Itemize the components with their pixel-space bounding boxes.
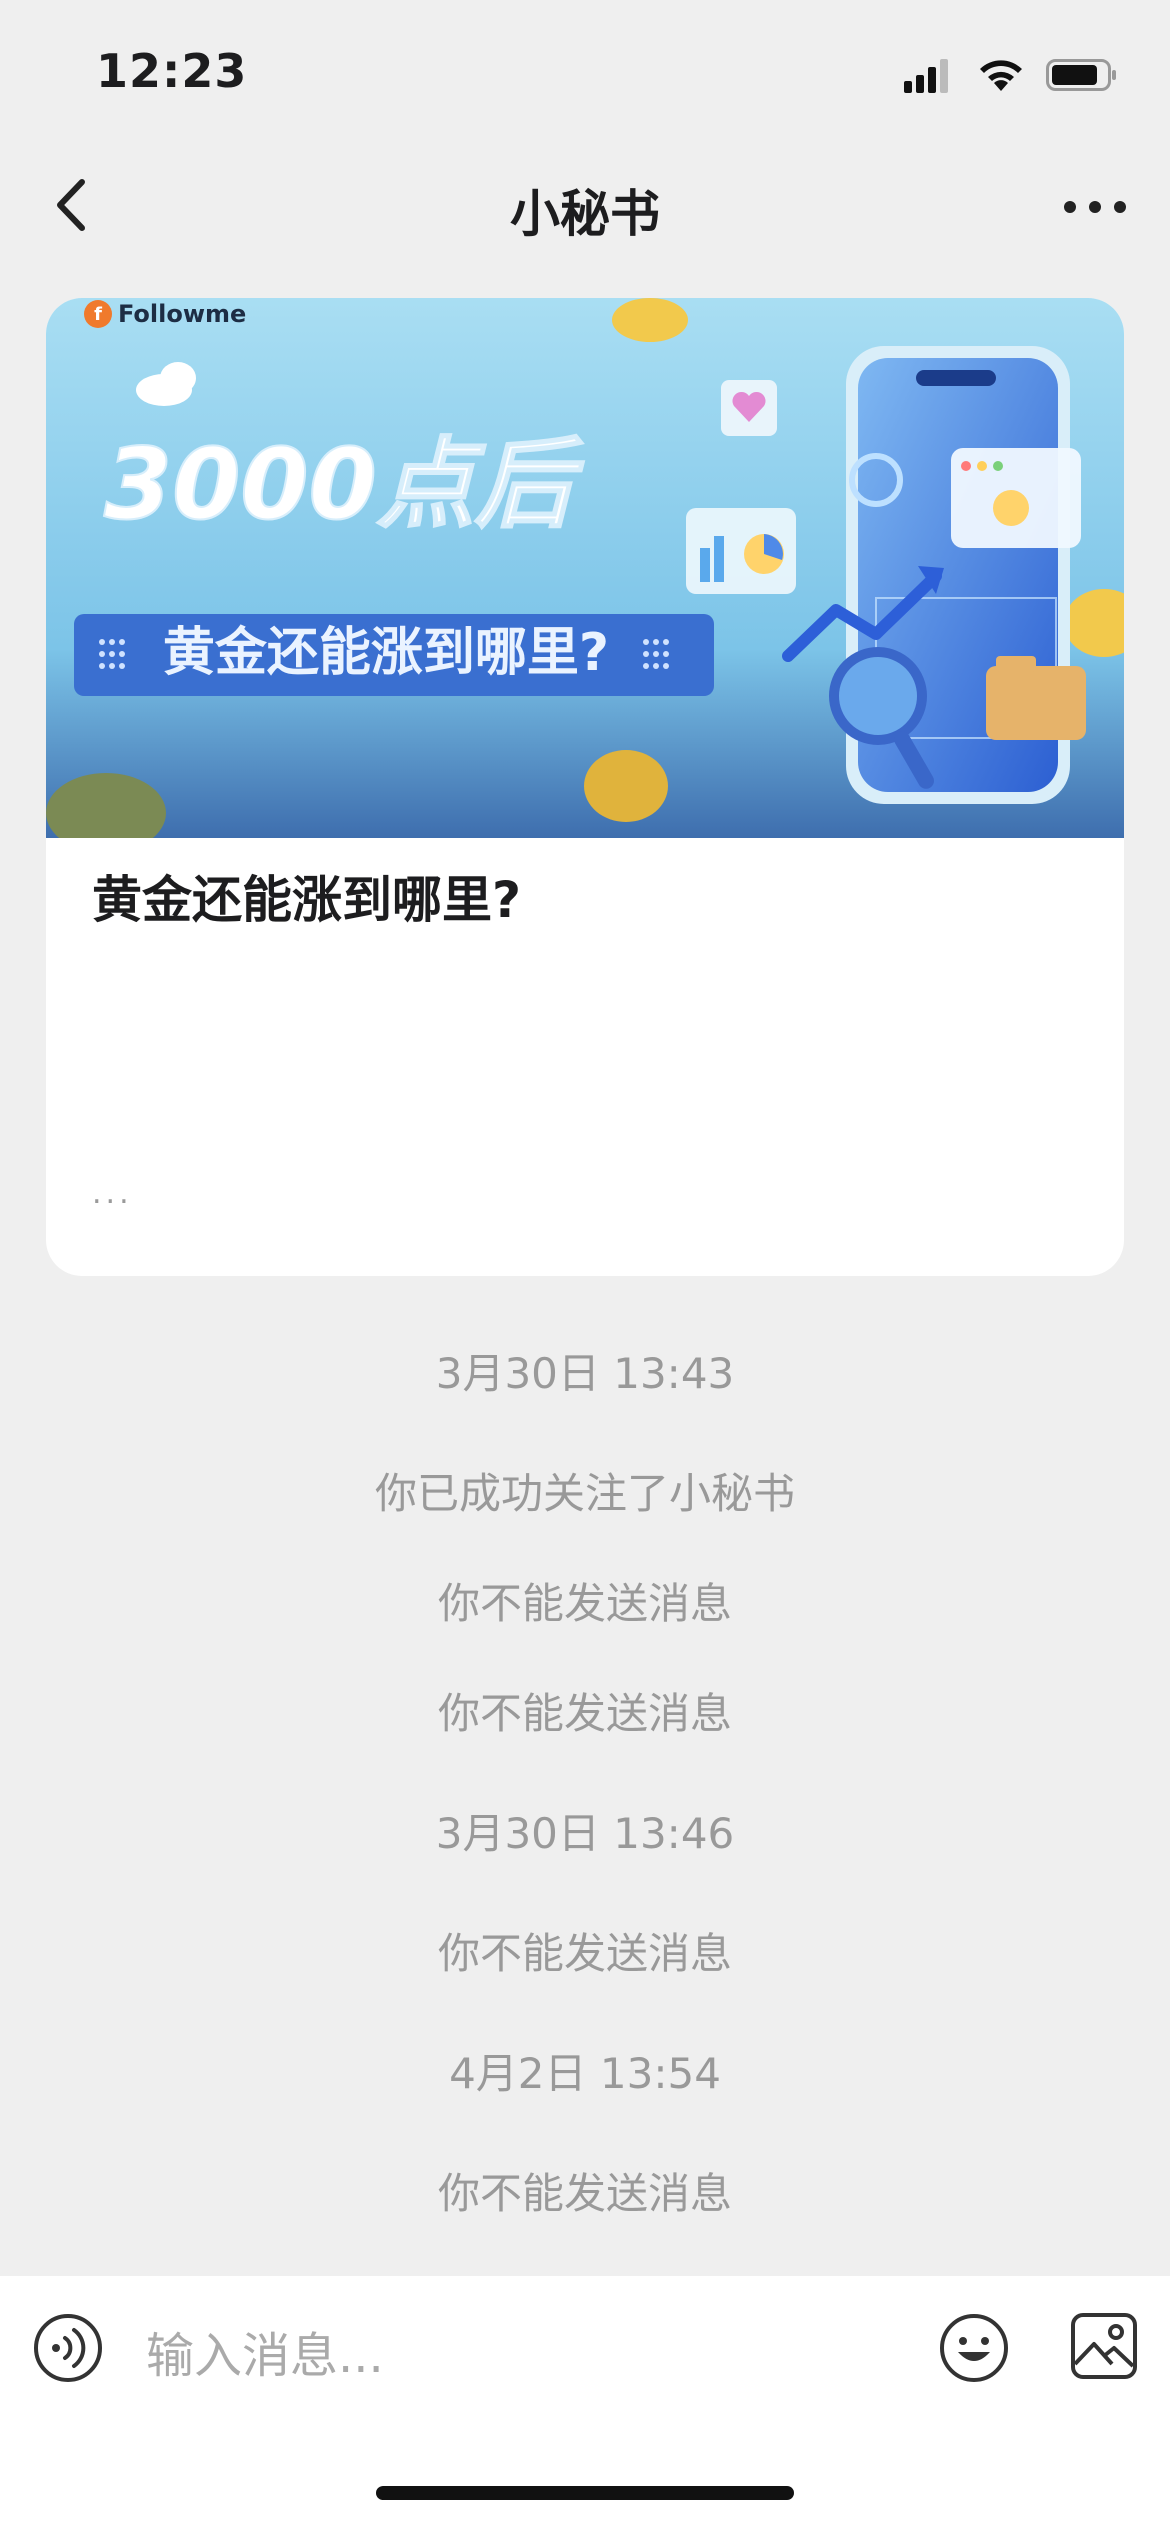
image-icon xyxy=(1071,2313,1137,2379)
status-bar: 12:23 xyxy=(0,0,1170,140)
chart-card-decoration xyxy=(686,508,796,594)
status-icons xyxy=(904,50,1118,100)
nav-bar: 小秘书 xyxy=(0,140,1170,270)
svg-text:f: f xyxy=(94,304,102,325)
coin-decoration xyxy=(612,298,688,342)
system-message: 你不能发送消息 xyxy=(437,1689,732,1738)
message-timestamp: 3月30日 13:46 xyxy=(435,1809,735,1858)
message-input[interactable]: 输入消息... xyxy=(146,2316,384,2386)
article-title: 黄金还能涨到哪里? xyxy=(92,871,522,929)
voice-icon xyxy=(34,2314,102,2382)
image-button[interactable] xyxy=(1070,2312,1138,2380)
battery-icon xyxy=(1046,59,1116,91)
status-time: 12:23 xyxy=(96,44,248,98)
article-card[interactable]: f Followme 3000点后 黄金还能涨到哪里? 黄金还能涨到哪里? ..… xyxy=(46,298,1124,1276)
more-icon xyxy=(1064,201,1126,213)
emoji-button[interactable] xyxy=(938,2312,1010,2384)
article-summary-ellipsis: ... xyxy=(92,1176,133,1211)
svg-text:Followme: Followme xyxy=(118,300,246,328)
banner-subheadline: 黄金还能涨到哪里? xyxy=(163,623,609,683)
wifi-icon xyxy=(980,60,1022,91)
system-message: 你不能发送消息 xyxy=(437,1579,732,1628)
home-indicator[interactable] xyxy=(376,2486,794,2500)
page-title: 小秘书 xyxy=(510,185,660,243)
signal-icon xyxy=(904,59,948,93)
emoji-icon xyxy=(940,2314,1008,2382)
voice-button[interactable] xyxy=(32,2312,104,2384)
system-message: 你不能发送消息 xyxy=(437,2169,732,2218)
message-timestamp: 3月30日 13:43 xyxy=(435,1349,735,1398)
article-banner-image: f Followme 3000点后 黄金还能涨到哪里? xyxy=(46,298,1124,838)
system-message: 你不能发送消息 xyxy=(437,1929,732,1978)
more-button[interactable] xyxy=(1060,182,1130,232)
heart-decoration xyxy=(721,380,777,436)
banner-headline: 3000点后 xyxy=(104,428,585,542)
system-message: 你已成功关注了小秘书 xyxy=(374,1469,795,1518)
coin-decoration xyxy=(584,750,668,822)
message-timestamp: 4月2日 13:54 xyxy=(449,2049,721,2098)
